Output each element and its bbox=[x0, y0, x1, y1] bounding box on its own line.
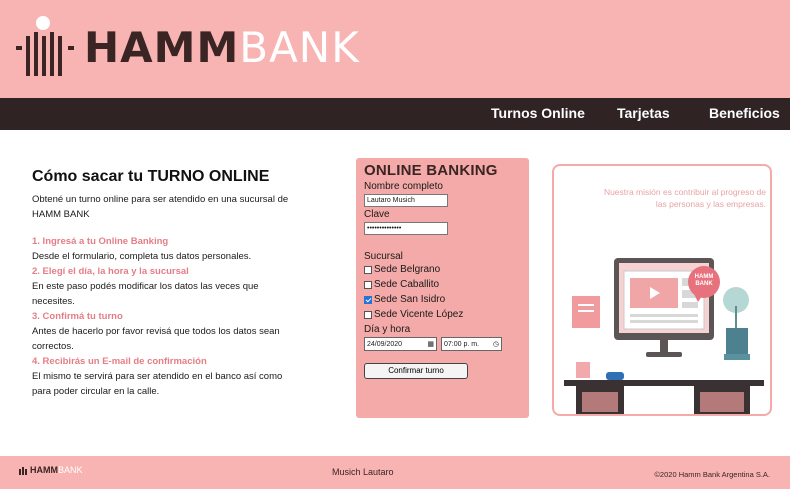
checkbox-belgrano[interactable] bbox=[364, 265, 372, 274]
nav-tarjetas[interactable]: Tarjetas bbox=[617, 105, 670, 121]
branch-option-san-isidro[interactable]: Sede San Isidro bbox=[364, 292, 521, 307]
footer-logo-light: BANK bbox=[58, 465, 83, 475]
datetime-label: Día y hora bbox=[364, 324, 411, 335]
page-footer: HAMM BANK Musich Lautaro ©2020 Hamm Bank … bbox=[0, 456, 790, 489]
info-section: Cómo sacar tu TURNO ONLINE Obtené un tur… bbox=[32, 168, 302, 399]
online-banking-form: ONLINE BANKING Nombre completo Lautaro M… bbox=[356, 158, 529, 418]
checkbox-vicente-lopez[interactable] bbox=[364, 310, 372, 319]
brand-name-light: BANK bbox=[239, 23, 360, 72]
date-value: 24/09/2020 bbox=[367, 340, 403, 348]
time-value: 07:00 p. m. bbox=[444, 340, 480, 348]
branch-option-label: Sede Caballito bbox=[374, 279, 440, 290]
step-4-title: 4. Recibirás un E-mail de confirmación bbox=[32, 356, 207, 367]
badge-line-2: BANK bbox=[695, 281, 713, 287]
branch-label: Sucursal bbox=[364, 251, 403, 262]
footer-logo-icon bbox=[18, 465, 28, 475]
checkbox-san-isidro[interactable] bbox=[364, 295, 372, 304]
date-input[interactable]: 24/09/2020 ▦ bbox=[364, 337, 437, 351]
name-label: Nombre completo bbox=[364, 181, 443, 192]
confirm-turn-button[interactable]: Confirmar turno bbox=[364, 363, 468, 379]
branch-option-label: Sede San Isidro bbox=[374, 294, 446, 305]
nav-beneficios[interactable]: Beneficios bbox=[709, 105, 780, 121]
footer-copyright: ©2020 Hamm Bank Argentina S.A. bbox=[654, 470, 770, 479]
brand-logo[interactable]: HAMMBANK bbox=[14, 16, 360, 80]
footer-author: Musich Lautaro bbox=[332, 467, 394, 477]
main-nav: Turnos Online Tarjetas Beneficios bbox=[0, 98, 790, 130]
step-1-title: 1. Ingresá a tu Online Banking bbox=[32, 236, 169, 247]
branch-option-label: Sede Belgrano bbox=[374, 264, 441, 275]
header-banner: HAMMBANK bbox=[0, 0, 790, 98]
step-3-title: 3. Confirmá tu turno bbox=[32, 311, 123, 322]
brand-name: HAMMBANK bbox=[84, 27, 360, 69]
logo-mark-icon bbox=[14, 16, 78, 80]
branch-option-belgrano[interactable]: Sede Belgrano bbox=[364, 262, 521, 277]
password-input[interactable]: •••••••••••••• bbox=[364, 222, 448, 235]
illustration-card: Nuestra misión es contribuir al progreso… bbox=[552, 164, 772, 416]
mission-statement: Nuestra misión es contribuir al progreso… bbox=[603, 187, 766, 209]
footer-logo[interactable]: HAMM BANK bbox=[18, 465, 83, 475]
brand-name-bold: HAMM bbox=[84, 23, 240, 72]
step-1-text: Desde el formulario, completa tus datos … bbox=[32, 251, 252, 262]
password-label: Clave bbox=[364, 209, 390, 220]
time-input[interactable]: 07:00 p. m. ◷ bbox=[441, 337, 502, 351]
step-2-title: 2. Elegí el día, la hora y la sucursal bbox=[32, 266, 189, 277]
badge-logo: HAMM BANK bbox=[690, 274, 718, 288]
calendar-icon[interactable]: ▦ bbox=[427, 340, 434, 348]
branch-option-label: Sede Vicente López bbox=[374, 309, 464, 320]
step-2-text: En este paso podés modificar los datos l… bbox=[32, 281, 259, 307]
branch-option-vicente-lopez[interactable]: Sede Vicente López bbox=[364, 307, 521, 322]
step-4-text: El mismo te servirá para ser atendido en… bbox=[32, 371, 283, 397]
step-3-text: Antes de hacerlo por favor revisá que to… bbox=[32, 326, 280, 352]
form-title: ONLINE BANKING bbox=[364, 162, 498, 179]
info-title: Cómo sacar tu TURNO ONLINE bbox=[32, 168, 270, 185]
branch-option-caballito[interactable]: Sede Caballito bbox=[364, 277, 521, 292]
footer-logo-bold: HAMM bbox=[30, 465, 58, 475]
info-intro: Obtené un turno online para ser atendido… bbox=[32, 194, 289, 220]
name-input[interactable]: Lautaro Musich bbox=[364, 194, 448, 207]
nav-turnos-online[interactable]: Turnos Online bbox=[491, 105, 585, 121]
badge-line-1: HAMM bbox=[694, 274, 714, 280]
clock-icon[interactable]: ◷ bbox=[493, 340, 499, 348]
checkbox-caballito[interactable] bbox=[364, 280, 372, 289]
